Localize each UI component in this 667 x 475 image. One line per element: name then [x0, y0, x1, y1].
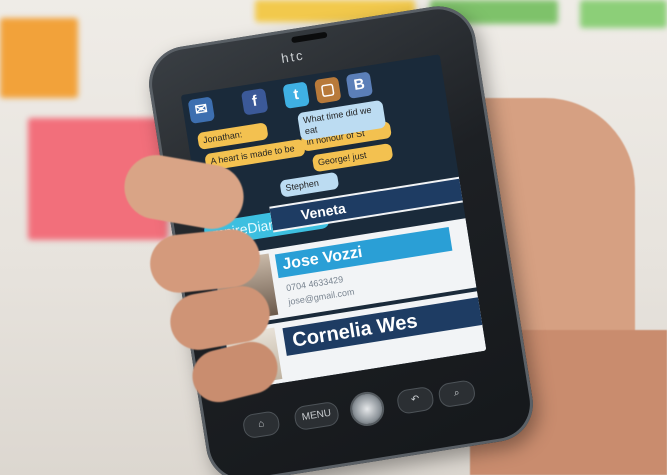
chat-bubble-6: Stephen [279, 171, 340, 198]
sticky-note-green-2 [580, 0, 667, 28]
twitter-icon[interactable]: t [282, 81, 310, 109]
home-key[interactable]: ⌂ [241, 410, 281, 440]
sticky-note-orange [0, 18, 78, 98]
mail-icon[interactable]: ✉ [187, 96, 216, 124]
chat-icon[interactable]: ▢ [314, 76, 342, 104]
search-key[interactable]: ⌕ [437, 379, 477, 409]
contact-name: Jose Vozzi [274, 226, 453, 279]
blogger-icon[interactable]: B [345, 71, 374, 99]
photo-scene: htc ✉ f t ▢ B Jonathan: A heart is made … [0, 0, 667, 475]
trackball[interactable] [347, 389, 387, 429]
brand-logo: htc [280, 47, 306, 66]
earpiece-speaker [291, 31, 328, 44]
hardware-keys: ⌂ MENU ↶ ⌕ [241, 373, 493, 446]
back-key[interactable]: ↶ [395, 385, 436, 415]
facebook-icon[interactable]: f [240, 88, 269, 116]
menu-key[interactable]: MENU [292, 400, 341, 432]
